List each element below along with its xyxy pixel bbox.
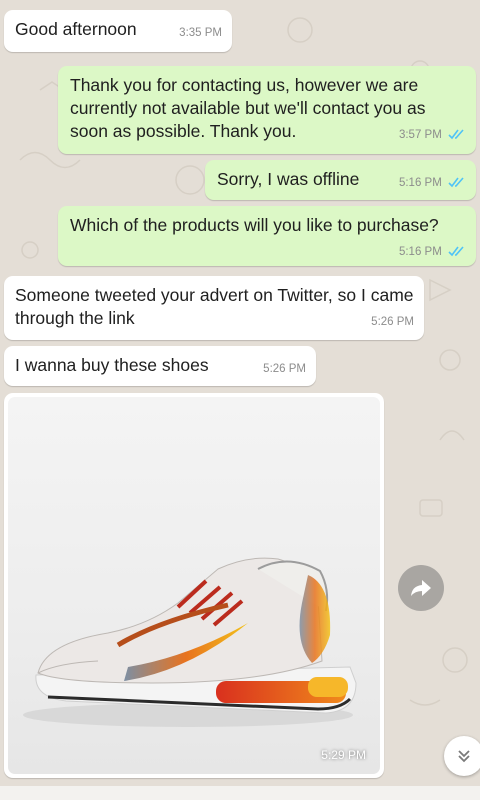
message-text: Good afternoon	[15, 19, 137, 39]
forward-button[interactable]	[398, 565, 444, 611]
read-receipt-icon	[448, 129, 464, 140]
message-bubble-outgoing[interactable]: Thank you for contacting us, however we …	[58, 66, 476, 154]
message-time: 5:26 PM	[371, 316, 414, 328]
message-time: 3:35 PM	[179, 27, 222, 39]
message-bubble-outgoing[interactable]: Sorry, I was offline 5:16 PM	[205, 160, 476, 200]
message-bubble-incoming[interactable]: I wanna buy these shoes 5:26 PM	[4, 346, 316, 386]
read-receipt-icon	[448, 177, 464, 188]
message-time: 5:16 PM	[399, 176, 466, 190]
message-time: 5:16 PM	[399, 245, 466, 259]
message-text: Which of the products will you like to p…	[70, 215, 439, 235]
message-text: Someone tweeted your advert on Twitter, …	[15, 285, 414, 328]
read-receipt-icon	[448, 246, 464, 257]
scroll-to-bottom-button[interactable]	[444, 736, 480, 776]
sneaker-illustration	[23, 557, 357, 727]
message-bubble-incoming[interactable]: Someone tweeted your advert on Twitter, …	[4, 276, 424, 340]
message-time: 5:26 PM	[263, 363, 306, 375]
next-message-edge	[0, 786, 480, 800]
message-text: Sorry, I was offline	[217, 169, 360, 189]
message-bubble-outgoing[interactable]: Which of the products will you like to p…	[58, 206, 476, 266]
image-message-bubble[interactable]: 5:29 PM	[4, 393, 384, 778]
message-text: I wanna buy these shoes	[15, 355, 209, 375]
image-message-time: 5:29 PM	[321, 748, 366, 762]
sneaker-image[interactable]: 5:29 PM	[8, 397, 380, 774]
double-chevron-down-icon	[458, 750, 470, 763]
message-bubble-incoming[interactable]: Good afternoon 3:35 PM	[4, 10, 232, 52]
message-time: 3:57 PM	[399, 128, 466, 142]
message-text: Thank you for contacting us, however we …	[70, 75, 426, 141]
forward-arrow-icon	[411, 580, 431, 596]
